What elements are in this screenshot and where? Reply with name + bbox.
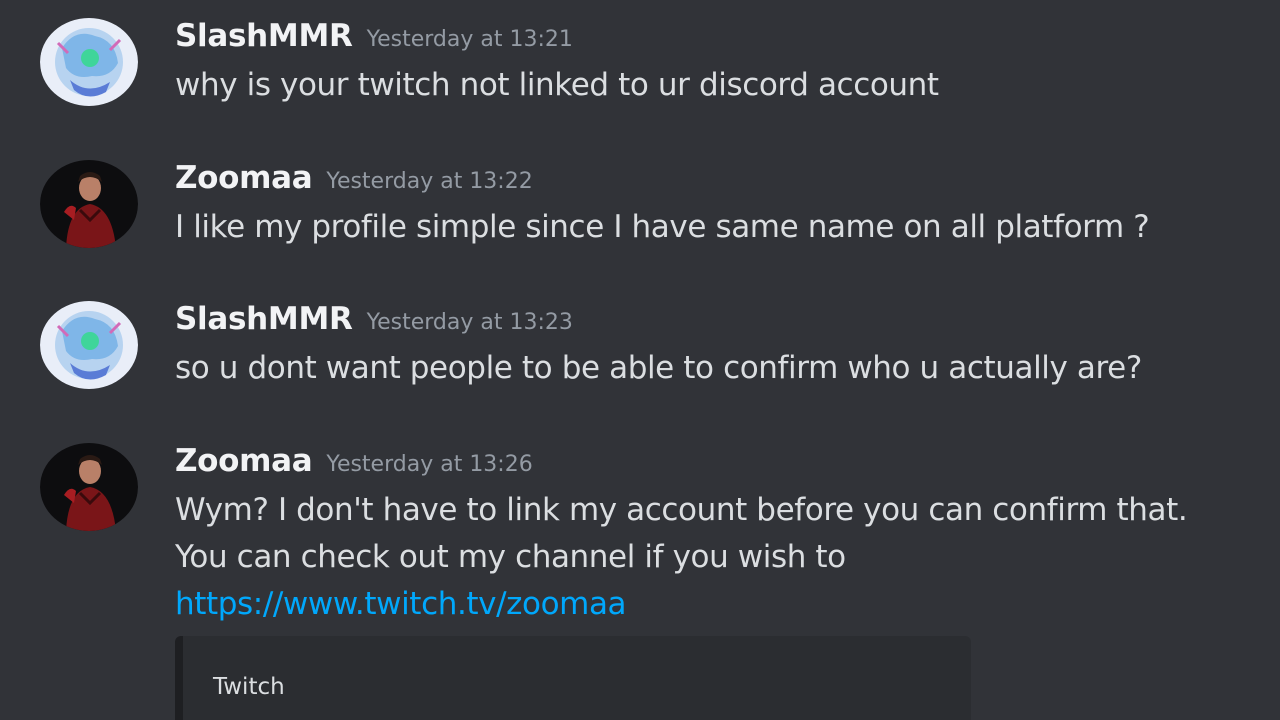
message-timestamp: Yesterday at 13:23	[366, 310, 573, 335]
message-timestamp: Yesterday at 13:21	[366, 27, 573, 52]
user-avatar[interactable]	[40, 443, 138, 531]
username[interactable]: Zoomaa	[175, 160, 313, 196]
message-text: why is your twitch not linked to ur disc…	[175, 67, 939, 103]
twitch-link[interactable]: https://www.twitch.tv/zoomaa	[175, 581, 1187, 628]
message-header: Zoomaa Yesterday at 13:22	[175, 160, 533, 196]
message-text: I like my profile simple since I have sa…	[175, 209, 1150, 245]
anime-art-avatar-icon	[40, 18, 138, 106]
user-avatar[interactable]	[40, 160, 138, 248]
username[interactable]: Zoomaa	[175, 443, 313, 479]
person-photo-avatar-icon	[40, 160, 138, 248]
user-avatar[interactable]	[40, 18, 138, 106]
link-embed: Twitch	[175, 636, 971, 720]
message-text: so u dont want people to be able to conf…	[175, 350, 1142, 386]
embed-provider: Twitch	[213, 674, 285, 700]
username[interactable]: SlashMMR	[175, 301, 353, 337]
message-header: Zoomaa Yesterday at 13:26	[175, 443, 533, 479]
message-content: Wym? I don't have to link my account bef…	[175, 487, 1188, 628]
message-content: so u dont want people to be able to conf…	[175, 345, 1142, 392]
username[interactable]: SlashMMR	[175, 18, 353, 54]
message-header: SlashMMR Yesterday at 13:21	[175, 18, 573, 54]
anime-art-avatar-icon	[40, 301, 138, 389]
message-timestamp: Yesterday at 13:22	[326, 169, 533, 194]
message-text: You can check out my channel if you wish…	[175, 539, 846, 575]
message-text: Wym? I don't have to link my account bef…	[175, 492, 1188, 528]
chat-messages: SlashMMR Yesterday at 13:21 why is your t…	[0, 0, 1280, 720]
person-photo-avatar-icon	[40, 443, 138, 531]
message-content: why is your twitch not linked to ur disc…	[175, 62, 939, 109]
message-content: I like my profile simple since I have sa…	[175, 204, 1150, 251]
message-timestamp: Yesterday at 13:26	[326, 452, 533, 477]
user-avatar[interactable]	[40, 301, 138, 389]
message-header: SlashMMR Yesterday at 13:23	[175, 301, 573, 337]
